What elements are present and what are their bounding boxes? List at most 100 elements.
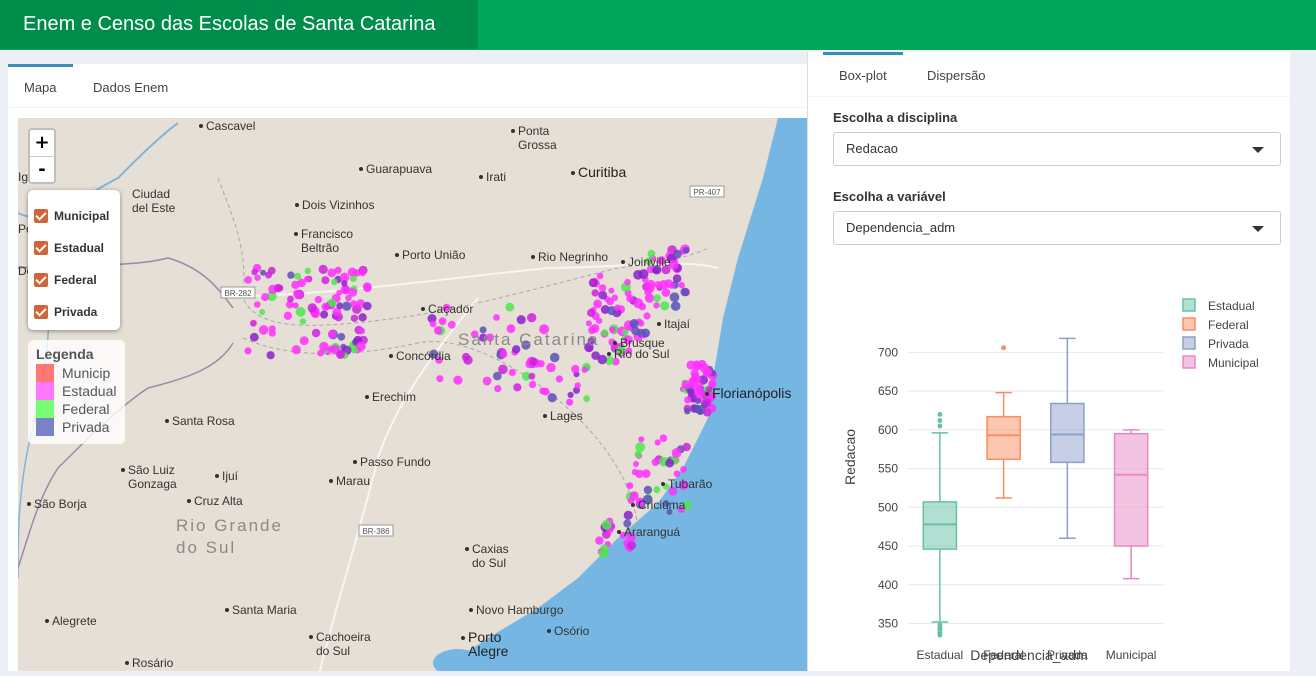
school-point[interactable]: [295, 306, 306, 317]
school-point[interactable]: [287, 295, 294, 303]
school-point[interactable]: [571, 364, 580, 374]
school-point[interactable]: [680, 466, 687, 473]
school-point[interactable]: [673, 470, 681, 478]
zoom-in-button[interactable]: +: [30, 130, 54, 156]
school-point[interactable]: [591, 351, 600, 360]
school-point[interactable]: [307, 303, 317, 313]
school-point[interactable]: [687, 388, 695, 396]
school-point[interactable]: [608, 287, 615, 294]
school-point[interactable]: [653, 294, 661, 302]
school-point[interactable]: [311, 328, 321, 338]
school-point[interactable]: [436, 375, 444, 383]
school-point[interactable]: [684, 408, 691, 415]
school-point[interactable]: [341, 280, 348, 287]
school-point[interactable]: [631, 468, 639, 476]
tab-box-plot[interactable]: Box-plot: [823, 52, 903, 96]
school-point[interactable]: [528, 372, 536, 380]
school-point[interactable]: [259, 309, 266, 315]
school-point[interactable]: [304, 267, 311, 275]
school-point[interactable]: [547, 393, 557, 403]
school-point[interactable]: [659, 280, 669, 290]
school-point[interactable]: [624, 278, 631, 286]
school-point[interactable]: [601, 329, 608, 337]
school-point[interactable]: [314, 295, 323, 304]
school-point[interactable]: [651, 458, 660, 466]
school-point[interactable]: [363, 301, 372, 311]
school-point[interactable]: [703, 408, 712, 417]
school-point[interactable]: [539, 387, 547, 395]
school-point[interactable]: [463, 355, 473, 365]
school-point[interactable]: [254, 274, 261, 281]
school-point[interactable]: [342, 301, 352, 311]
school-point[interactable]: [320, 310, 329, 319]
disciplina-select[interactable]: Redacao: [833, 132, 1281, 166]
school-point[interactable]: [317, 349, 324, 357]
school-point[interactable]: [609, 326, 616, 333]
school-point[interactable]: [499, 350, 508, 358]
school-point[interactable]: [318, 264, 328, 274]
zoom-out-button[interactable]: -: [30, 156, 54, 182]
leaflet-map[interactable]: Cascavel Ponta Grossa Curitiba Guarapuava Ira…: [18, 118, 808, 671]
school-point[interactable]: [643, 312, 651, 320]
chart-legend-item[interactable]: Estadual: [1182, 298, 1255, 313]
school-point[interactable]: [644, 288, 652, 296]
school-point[interactable]: [614, 304, 621, 312]
school-point[interactable]: [494, 385, 502, 393]
school-point[interactable]: [350, 314, 359, 322]
school-point[interactable]: [347, 267, 357, 277]
school-point[interactable]: [629, 319, 639, 329]
layer-estadual[interactable]: Estadual: [34, 232, 114, 264]
school-point[interactable]: [638, 303, 647, 311]
school-point[interactable]: [653, 302, 660, 309]
school-point[interactable]: [598, 284, 607, 292]
school-point[interactable]: [581, 366, 588, 373]
school-point[interactable]: [356, 341, 366, 352]
school-point[interactable]: [661, 288, 671, 297]
school-point[interactable]: [702, 398, 712, 407]
school-point[interactable]: [273, 283, 283, 293]
tab-mapa[interactable]: Mapa: [8, 64, 73, 108]
school-point[interactable]: [331, 278, 338, 286]
school-point[interactable]: [659, 434, 668, 443]
school-point[interactable]: [291, 280, 300, 290]
school-point[interactable]: [670, 301, 681, 311]
school-point[interactable]: [429, 320, 437, 328]
school-point[interactable]: [527, 313, 537, 323]
checkbox-icon[interactable]: [34, 305, 48, 319]
school-point[interactable]: [669, 292, 680, 302]
chart-legend-item[interactable]: Federal: [1182, 317, 1249, 332]
school-point[interactable]: [682, 247, 690, 254]
school-point[interactable]: [598, 548, 609, 558]
school-point[interactable]: [546, 362, 556, 373]
school-point[interactable]: [321, 276, 330, 285]
school-point[interactable]: [653, 486, 661, 494]
school-point[interactable]: [583, 395, 591, 403]
chart-legend-item[interactable]: Municipal: [1182, 355, 1259, 370]
school-point[interactable]: [358, 313, 367, 322]
school-point[interactable]: [635, 442, 646, 453]
school-point[interactable]: [337, 332, 346, 341]
school-point[interactable]: [574, 382, 581, 389]
school-point[interactable]: [589, 278, 597, 286]
school-point[interactable]: [690, 369, 699, 378]
school-point[interactable]: [696, 389, 703, 396]
school-point[interactable]: [699, 362, 709, 373]
school-point[interactable]: [359, 269, 366, 277]
school-point[interactable]: [482, 376, 492, 386]
tab-dados-enem[interactable]: Dados Enem: [77, 64, 184, 108]
tab-dispersao[interactable]: Dispersão: [911, 52, 1002, 96]
school-point[interactable]: [304, 275, 311, 283]
chart-legend-item[interactable]: Privada: [1182, 336, 1249, 351]
variavel-select[interactable]: Dependencia_adm: [833, 211, 1281, 245]
checkbox-icon[interactable]: [34, 273, 48, 287]
school-point[interactable]: [596, 272, 604, 280]
checkbox-icon[interactable]: [34, 241, 48, 255]
map-canvas[interactable]: Cascavel PontaGrossa Curitiba Guarapuava Ira…: [18, 118, 808, 671]
school-point[interactable]: [250, 319, 257, 327]
school-point[interactable]: [591, 289, 599, 297]
school-point[interactable]: [498, 364, 508, 375]
school-point[interactable]: [566, 398, 574, 406]
school-point[interactable]: [299, 336, 309, 346]
school-point[interactable]: [643, 485, 653, 495]
school-point[interactable]: [447, 320, 456, 329]
